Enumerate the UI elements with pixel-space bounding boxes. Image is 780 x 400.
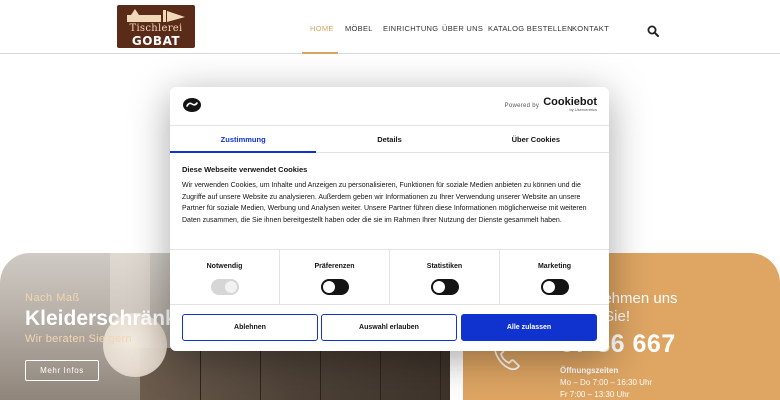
nav-katalog-bestellen[interactable]: KATALOG BESTELLEN — [488, 24, 573, 33]
tab-zustimmung[interactable]: Zustimmung — [170, 126, 317, 153]
hero-subtitle: Nach Maß — [25, 292, 80, 304]
more-info-button[interactable]: Mehr Infos — [25, 360, 99, 381]
powered-by-label: Powered by — [504, 103, 540, 109]
category-label: Statistiken — [426, 263, 463, 270]
site-header: Tischlerei GOBAT HOME MÖBEL EINRICHTUNG … — [0, 0, 780, 54]
cookiebot-brand: Cookiebot — [543, 96, 597, 108]
opening-hours-friday: Fr 7:00 – 13:30 Uhr — [560, 390, 630, 399]
tab-ueber-cookies[interactable]: Über Cookies — [463, 126, 609, 152]
category-label: Präferenzen — [314, 263, 355, 270]
logo-text-gobat: GOBAT — [131, 34, 181, 48]
cookie-heading: Diese Webseite verwendet Cookies — [182, 165, 308, 174]
category-statistiken: Statistiken — [390, 250, 500, 304]
category-notwendig: Notwendig — [170, 250, 280, 304]
allow-selection-button[interactable]: Auswahl erlauben — [321, 314, 457, 341]
cookie-buttons: Ablehnen Auswahl erlauben Alle zulassen — [170, 304, 609, 351]
category-marketing: Marketing — [500, 250, 609, 304]
category-label: Marketing — [537, 263, 572, 270]
nav-einrichtung[interactable]: EINRICHTUNG — [383, 24, 438, 33]
statistiken-toggle[interactable] — [430, 279, 459, 295]
cookie-consent-dialog: Powered by Cookiebot by Usercentrics Zus… — [170, 87, 609, 351]
marketing-toggle[interactable] — [540, 279, 569, 295]
site-logo[interactable]: Tischlerei GOBAT — [117, 5, 195, 48]
tab-details[interactable]: Details — [316, 126, 462, 152]
cookie-description: Wir verwenden Cookies, um Inhalte und An… — [182, 182, 587, 224]
notwendig-toggle — [210, 279, 239, 295]
deny-button[interactable]: Ablehnen — [182, 314, 318, 341]
praeferenzen-toggle[interactable] — [320, 279, 349, 295]
allow-all-button[interactable]: Alle zulassen — [461, 314, 597, 341]
opening-hours-weekdays: Mo – Do 7:00 – 16:30 Uhr — [560, 378, 653, 387]
hero-tagline: Wir beraten Sie gern — [25, 333, 132, 345]
active-nav-indicator — [302, 52, 338, 54]
cookie-tabs: Zustimmung Details Über Cookies — [170, 125, 609, 153]
powered-by-cookiebot[interactable]: Powered by Cookiebot by Usercentrics — [504, 96, 597, 113]
cookie-declaration-logo-icon — [183, 98, 201, 112]
logo-text-tischlerei: Tischlerei — [129, 23, 183, 34]
category-praeferenzen: Präferenzen — [280, 250, 390, 304]
search-icon[interactable] — [647, 25, 659, 37]
nav-home[interactable]: HOME — [310, 24, 334, 33]
opening-hours-title: Öffnungszeiten — [560, 366, 619, 375]
category-label: Notwendig — [206, 263, 243, 270]
nav-kontakt[interactable]: KONTAKT — [572, 24, 609, 33]
nav-ueber-uns[interactable]: ÜBER UNS — [442, 24, 483, 33]
cookie-categories: Notwendig Präferenzen Statistiken Market… — [170, 249, 609, 304]
hero-title: Kleiderschränk — [25, 307, 177, 330]
wardrobe-image — [140, 348, 450, 400]
nav-moebel[interactable]: MÖBEL — [345, 24, 373, 33]
